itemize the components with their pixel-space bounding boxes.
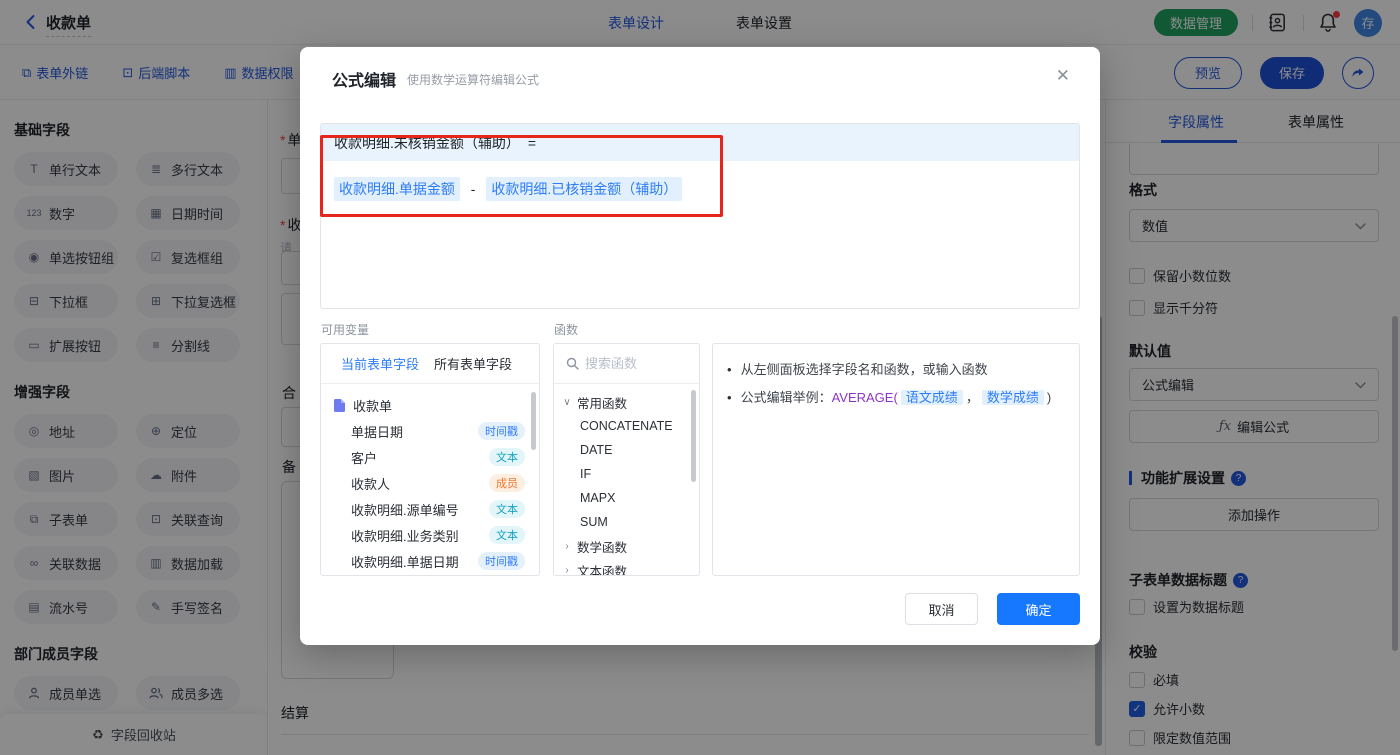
variable-name: 客户 [351, 450, 378, 466]
formula-operand-1[interactable]: 收款明细.单据金额 [334, 177, 460, 201]
type-badge: 成员 [489, 474, 525, 492]
close-icon[interactable]: ✕ [1056, 66, 1070, 86]
tab-current-form-fields[interactable]: 当前表单字段 [341, 354, 419, 373]
hint-function-name: AVERAGE( [831, 390, 898, 405]
type-badge: 文本 [489, 526, 525, 544]
caret-right-icon: › [565, 564, 569, 576]
hint-prefix: 公式编辑举例： [740, 390, 832, 405]
variable-name: 收款人 [351, 476, 391, 492]
group-label: 常用函数 [577, 396, 628, 411]
formula-editor-modal: 公式编辑 使用数学运算符编辑公式 ✕ 收款明细.未核销金额（辅助） = 收款明细… [300, 47, 1100, 645]
formula-expression[interactable]: 收款明细.单据金额 - 收款明细.已核销金额（辅助） [321, 161, 1079, 217]
modal-subtitle: 使用数学运算符编辑公式 [407, 73, 540, 87]
function-group-common[interactable]: ∨ 常用函数 [554, 390, 699, 414]
hint-line-2: • 公式编辑举例：AVERAGE(语文成绩，数学成绩) [727, 388, 1065, 407]
variable-name: 收款明细.业务类别 [351, 528, 459, 544]
tree-root-form[interactable]: 收款单 [321, 392, 539, 418]
hint-example: 公式编辑举例：AVERAGE(语文成绩，数学成绩) [740, 388, 1052, 407]
group-label: 数学函数 [577, 540, 628, 555]
hint-comma: ， [965, 390, 979, 405]
variable-row[interactable]: 单据日期 时间戳 [321, 418, 539, 444]
modal-title: 公式编辑 [332, 73, 397, 90]
formula-target-row: 收款明细.未核销金额（辅助） = [321, 124, 1079, 161]
bullet-icon: • [727, 390, 732, 405]
hint-line-1: • 从左侧面板选择字段名和函数，或输入函数 [727, 360, 1065, 379]
functions-label: 函数 [554, 323, 579, 337]
function-group-text[interactable]: › 文本函数 [554, 558, 699, 576]
formula-operator: - [470, 181, 476, 197]
hint-close-paren: ) [1046, 390, 1052, 405]
function-item[interactable]: DATE [554, 438, 699, 462]
search-icon [566, 357, 579, 370]
type-badge: 时间戳 [478, 552, 525, 570]
functions-scrollbar[interactable] [691, 390, 696, 482]
tab-all-form-fields[interactable]: 所有表单字段 [434, 354, 512, 373]
variable-row[interactable]: 收款明细.业务类别 文本 [321, 522, 539, 548]
tree-root-label: 收款单 [353, 398, 393, 414]
formula-target-field: 收款明细.未核销金额（辅助） [334, 134, 520, 151]
function-item[interactable]: CONCATENATE [554, 414, 699, 438]
confirm-button[interactable]: 确定 [997, 593, 1080, 625]
variable-name: 收款明细.源单编号 [351, 502, 459, 518]
function-search[interactable] [554, 344, 699, 384]
type-badge: 文本 [489, 500, 525, 518]
variable-name: 收款明细.单据日期 [351, 554, 459, 570]
group-label: 文本函数 [577, 564, 628, 576]
variable-row[interactable]: 收款明细.单据日期 时间戳 [321, 548, 539, 574]
variables-label: 可用变量 [321, 323, 370, 337]
variables-tabs: 当前表单字段 所有表单字段 [321, 344, 539, 384]
caret-down-icon: ∨ [563, 396, 571, 408]
type-badge: 时间戳 [478, 422, 525, 440]
function-search-input[interactable] [585, 356, 680, 371]
cancel-button[interactable]: 取消 [905, 593, 978, 625]
hint-chip-1: 语文成绩 [900, 390, 963, 405]
function-list: ∨ 常用函数 CONCATENATE DATE IF MAPX SUM › 数学函数… [554, 384, 699, 576]
function-item[interactable]: SUM [554, 510, 699, 534]
equals-sign: = [527, 134, 537, 151]
document-icon [334, 398, 345, 412]
functions-panel: ∨ 常用函数 CONCATENATE DATE IF MAPX SUM › 数学函数… [553, 343, 700, 576]
variable-row[interactable]: 收款人 成员 [321, 470, 539, 496]
function-group-math[interactable]: › 数学函数 [554, 534, 699, 558]
formula-editor-area[interactable]: 收款明细.未核销金额（辅助） = 收款明细.单据金额 - 收款明细.已核销金额（… [320, 123, 1080, 309]
variables-panel: 当前表单字段 所有表单字段 收款单 单据日期 时间戳 客户 文本 收款人 成员 收款明… [320, 343, 540, 576]
variables-tree: 收款单 单据日期 时间戳 客户 文本 收款人 成员 收款明细.源单编号 文本 收款明细.… [321, 384, 539, 574]
variables-scrollbar[interactable] [531, 392, 536, 450]
hint-panel: • 从左侧面板选择字段名和函数，或输入函数 • 公式编辑举例：AVERAGE(语… [712, 343, 1080, 576]
function-item[interactable]: IF [554, 462, 699, 486]
bullet-icon: • [727, 362, 732, 377]
hint-text: 从左侧面板选择字段名和函数，或输入函数 [740, 362, 988, 377]
function-item[interactable]: MAPX [554, 486, 699, 510]
variable-name: 单据日期 [351, 424, 404, 440]
variable-row[interactable]: 客户 文本 [321, 444, 539, 470]
hint-chip-2: 数学成绩 [981, 390, 1044, 405]
app-window: 收款单 表单设计 表单设置 数据管理 存 ⧉ 表单外链 ⊡ 后端脚本 ▥ 数据权… [0, 0, 1400, 755]
caret-right-icon: › [565, 540, 569, 552]
type-badge: 文本 [489, 448, 525, 466]
formula-operand-2[interactable]: 收款明细.已核销金额（辅助） [486, 177, 683, 201]
variable-row[interactable]: 收款明细.源单编号 文本 [321, 496, 539, 522]
